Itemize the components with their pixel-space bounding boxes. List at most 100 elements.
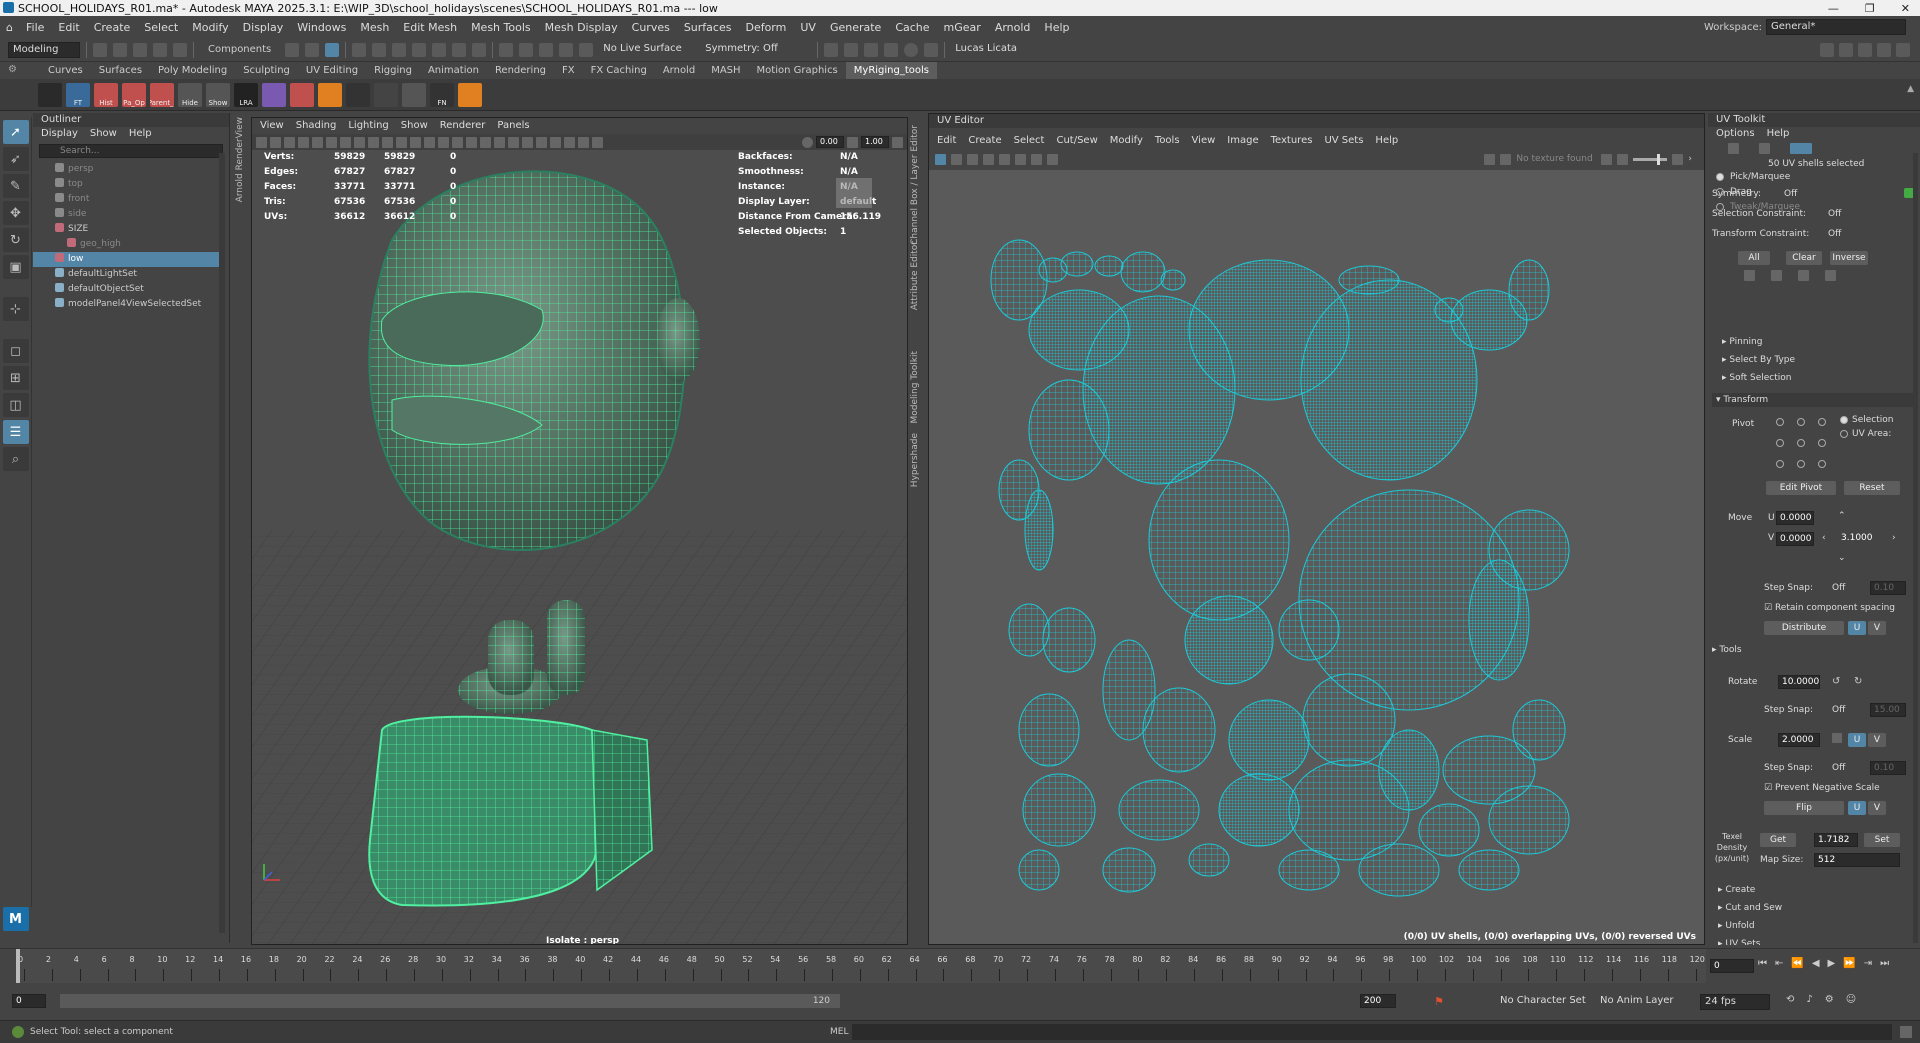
uv-shell[interactable] bbox=[1358, 843, 1440, 897]
save-scene-icon[interactable] bbox=[133, 42, 147, 57]
snap-view-icon[interactable] bbox=[412, 42, 427, 57]
uv-shell[interactable] bbox=[1142, 687, 1216, 773]
ambient-occlusion-icon[interactable] bbox=[494, 136, 505, 148]
select-camera-icon[interactable] bbox=[256, 136, 267, 148]
uv-menu-tools[interactable]: Tools bbox=[1155, 134, 1180, 148]
uv-pixel-snap-icon[interactable] bbox=[1015, 153, 1026, 165]
paint-select-icon[interactable]: ✎ bbox=[2, 174, 29, 198]
undo-icon[interactable] bbox=[153, 42, 167, 57]
outliner-item[interactable]: SIZE bbox=[33, 222, 225, 237]
scale-step-snap-field[interactable]: 0.10 bbox=[1870, 761, 1906, 775]
rotate-cw-icon[interactable]: ↻ bbox=[1854, 676, 1862, 687]
uv-grid-icon[interactable] bbox=[935, 153, 946, 165]
close-button[interactable]: ✕ bbox=[1901, 2, 1910, 15]
open-scene-icon[interactable] bbox=[113, 42, 127, 57]
shelf-button-13[interactable] bbox=[402, 82, 426, 107]
viewport-menu-view[interactable]: View bbox=[260, 118, 284, 134]
outliner-search-input[interactable]: Search... bbox=[39, 144, 223, 158]
pivot-position-radio[interactable] bbox=[1818, 460, 1826, 468]
uv-shell[interactable] bbox=[1024, 489, 1054, 571]
safe-title-icon[interactable] bbox=[396, 136, 407, 148]
move-v-field[interactable]: 0.0000 bbox=[1776, 532, 1814, 546]
shelf-button-4[interactable]: Parent_( bbox=[150, 82, 174, 107]
uv-shell[interactable] bbox=[1028, 379, 1110, 481]
move-up-icon[interactable]: ⌃ bbox=[1838, 511, 1846, 521]
snap-point-icon[interactable] bbox=[392, 42, 407, 57]
shelf-button-14[interactable]: FN bbox=[430, 82, 454, 107]
last-tool-icon[interactable]: ⊹ bbox=[2, 297, 29, 321]
menu-file[interactable]: File bbox=[19, 21, 51, 34]
shelf-tab-myriging-tools[interactable]: MyRiging_tools bbox=[845, 62, 938, 79]
exposure-field[interactable]: 0.00 bbox=[816, 136, 844, 148]
auto-key-icon[interactable]: ⚑ bbox=[1434, 995, 1444, 1008]
rotate-step-snap-field[interactable]: 15.00 bbox=[1870, 703, 1906, 717]
menu-create[interactable]: Create bbox=[87, 21, 138, 34]
uv-shell[interactable] bbox=[1488, 785, 1570, 855]
side-tab-hypershade[interactable]: Hypershade bbox=[910, 433, 920, 487]
current-frame-field[interactable]: 0 bbox=[1710, 959, 1754, 973]
pivot-position-radio[interactable] bbox=[1776, 439, 1784, 447]
uv-shaded-icon[interactable] bbox=[951, 153, 962, 165]
script-editor-icon[interactable] bbox=[1900, 1026, 1912, 1038]
menu-deform[interactable]: Deform bbox=[738, 21, 793, 34]
select-all-button[interactable]: All bbox=[1738, 251, 1770, 265]
move-step-snap-value[interactable]: Off bbox=[1832, 583, 1845, 593]
new-scene-icon[interactable] bbox=[93, 42, 107, 57]
outliner-layout-icon[interactable]: ☰ bbox=[2, 420, 29, 444]
uv-shell[interactable] bbox=[1148, 459, 1290, 621]
wireframe-icon[interactable] bbox=[410, 136, 421, 148]
pivot-position-radio[interactable] bbox=[1797, 439, 1805, 447]
four-view-icon[interactable]: ⊞ bbox=[2, 366, 29, 390]
snap-together-icon[interactable] bbox=[519, 42, 534, 57]
shelf-button-9[interactable] bbox=[290, 82, 314, 107]
uv-layout[interactable] bbox=[929, 170, 1705, 945]
shelf-scroll-icon[interactable]: ▲ bbox=[1907, 84, 1914, 94]
move-right-icon[interactable]: › bbox=[1892, 533, 1896, 543]
scale-field[interactable]: 2.0000 bbox=[1778, 733, 1820, 747]
outliner-item[interactable]: defaultObjectSet bbox=[33, 282, 225, 297]
uv-toolkit-scrollbar[interactable] bbox=[1913, 153, 1918, 943]
menu-mesh[interactable]: Mesh bbox=[353, 21, 396, 34]
pivot-selection-radio[interactable] bbox=[1840, 416, 1848, 424]
snap-grid-icon[interactable] bbox=[352, 42, 367, 57]
mode-dropdown[interactable]: Modeling bbox=[8, 41, 80, 58]
shelf-button-11[interactable] bbox=[346, 82, 370, 107]
view-cube[interactable] bbox=[836, 178, 872, 208]
outliner-item[interactable]: persp bbox=[33, 162, 225, 177]
play-forward-icon[interactable]: ▶ bbox=[1828, 958, 1836, 969]
shelf-button-15[interactable] bbox=[458, 82, 482, 107]
pivot-position-radio[interactable] bbox=[1797, 418, 1805, 426]
home-icon[interactable]: ⌂ bbox=[0, 21, 19, 34]
scale-step-snap-value[interactable]: Off bbox=[1832, 763, 1845, 773]
menu-edit[interactable]: Edit bbox=[51, 21, 86, 34]
uv-shell-mode-icon[interactable] bbox=[1728, 143, 1739, 154]
texture-display-icon[interactable] bbox=[1484, 153, 1496, 165]
symmetry-value[interactable]: Off bbox=[1784, 189, 1797, 199]
shelf-button-5[interactable]: Hide bbox=[178, 82, 202, 107]
select-overlap-icon[interactable] bbox=[1798, 270, 1809, 281]
shelf-tab-surfaces[interactable]: Surfaces bbox=[91, 62, 150, 79]
minimize-button[interactable]: — bbox=[1828, 2, 1839, 15]
step-back-key-icon[interactable]: ⇤ bbox=[1775, 958, 1783, 969]
uv-shell[interactable] bbox=[1468, 559, 1530, 681]
select-clear-button[interactable]: Clear bbox=[1786, 251, 1822, 265]
outliner-item[interactable]: top bbox=[33, 177, 225, 192]
uv-menu-uv-sets[interactable]: UV Sets bbox=[1324, 134, 1363, 148]
uv-canvas[interactable]: (0/0) UV shells, (0/0) overlapping UVs, … bbox=[929, 170, 1705, 945]
gamma-icon[interactable] bbox=[847, 136, 858, 148]
select-shell-icon[interactable] bbox=[1771, 270, 1782, 281]
flip-u-button[interactable]: U bbox=[1848, 801, 1866, 815]
shelf-tab-motion-graphics[interactable]: Motion Graphics bbox=[749, 62, 846, 79]
move-tool-icon[interactable]: ✥ bbox=[2, 201, 29, 225]
outliner-item[interactable]: front bbox=[33, 192, 225, 207]
menu-curves[interactable]: Curves bbox=[625, 21, 677, 34]
playback-settings-icon[interactable]: ⚙ bbox=[1825, 994, 1834, 1005]
pivot-position-radio[interactable] bbox=[1797, 460, 1805, 468]
transform-section-header[interactable]: ▾ Transform bbox=[1712, 393, 1916, 407]
isolate-select-icon[interactable] bbox=[550, 136, 561, 148]
menu-uv[interactable]: UV bbox=[793, 21, 823, 34]
section-header-pinning[interactable]: ▸ Pinning bbox=[1722, 337, 1762, 347]
go-to-start-icon[interactable]: ⏮ bbox=[1758, 958, 1767, 969]
scale-u-button[interactable]: U bbox=[1848, 733, 1866, 747]
viewport-menu-panels[interactable]: Panels bbox=[497, 118, 529, 134]
